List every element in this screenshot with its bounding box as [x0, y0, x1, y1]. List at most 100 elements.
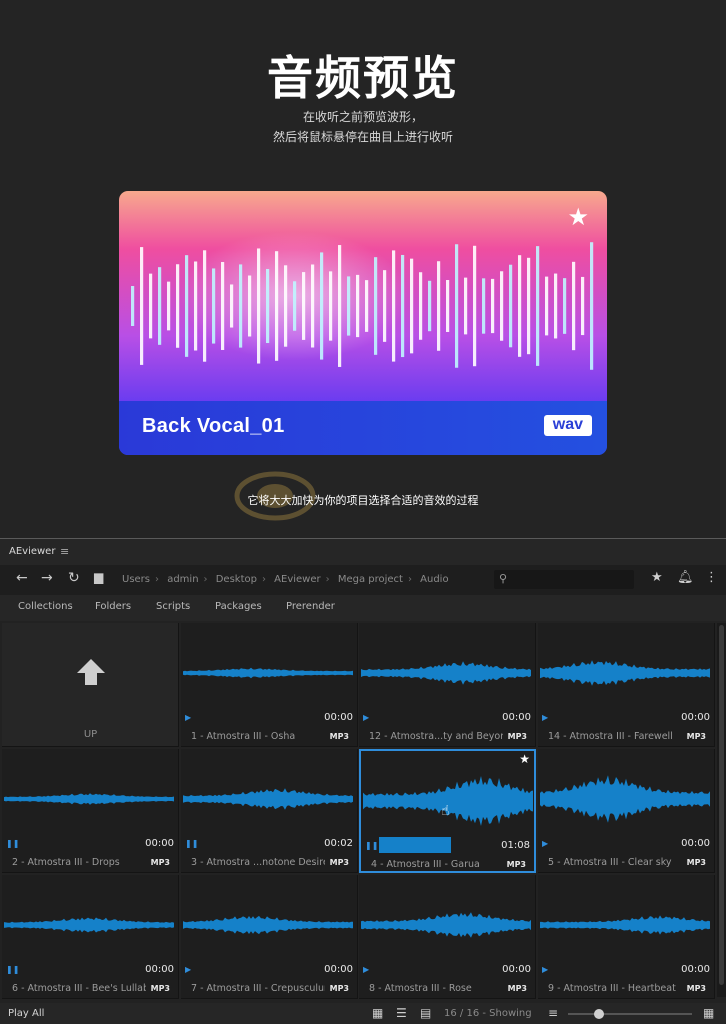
audio-tile[interactable]: ❚❚ 00:00 2 - Atmostra III - Drops MP3: [2, 749, 179, 873]
forward-arrow-icon[interactable]: →: [41, 571, 53, 585]
breadcrumb-item[interactable]: admin: [167, 574, 198, 585]
tab-folders[interactable]: Folders: [95, 601, 131, 612]
waveform-shape: [361, 912, 531, 938]
tab-packages[interactable]: Packages: [215, 601, 262, 612]
audio-tile[interactable]: ❚❚ 00:00 6 - Atmostra III - Bee's Lullaby M…: [2, 875, 179, 999]
waveform[interactable]: [361, 885, 532, 965]
more-vertical-icon[interactable]: ⋮: [705, 571, 718, 584]
card-wave-bar: [194, 261, 198, 351]
track-name: 3 - Atmostra ...notone Desire: [191, 857, 325, 868]
play-icon[interactable]: ▶: [542, 713, 548, 722]
star-icon[interactable]: ★: [519, 753, 530, 765]
waveform[interactable]: [183, 633, 354, 713]
breadcrumb-item[interactable]: Desktop: [216, 574, 257, 585]
play-icon[interactable]: ▶: [185, 965, 191, 974]
waveform[interactable]: [361, 633, 532, 713]
card-wave-bar: [473, 245, 477, 367]
hand-cursor-icon: ☝: [441, 803, 450, 819]
format-badge: MP3: [150, 984, 170, 993]
waveform[interactable]: [4, 759, 175, 839]
audio-tile[interactable]: ▶ 00:00 5 - Atmostra III - Clear sky MP3: [538, 749, 715, 873]
bottom-toolbar: Play All ▦ ☰ ▤ 16 / 16 - Showing ≡ ▦: [0, 1003, 726, 1024]
audio-tile[interactable]: ▶ 00:00 12 - Atmostra...ty and Beyond MP3: [359, 623, 536, 747]
playback-progress[interactable]: [379, 837, 451, 853]
card-wave-bar: [338, 245, 342, 367]
pause-icon[interactable]: ❚❚: [6, 965, 19, 974]
audio-tile[interactable]: ❚❚ 01:08 4 - Atmostra III - Garua MP3 ★ ☝: [359, 749, 536, 873]
zoom-slider[interactable]: [568, 1013, 692, 1015]
scrollbar-thumb[interactable]: [719, 625, 724, 985]
audio-tile[interactable]: ▶ 00:00 7 - Atmostra III - Crepusculum MP3: [181, 875, 358, 999]
grid-view-icon[interactable]: ▦: [372, 1007, 383, 1019]
waveform-shape: [4, 793, 174, 805]
compact-view-icon[interactable]: ▤: [420, 1007, 431, 1019]
play-icon[interactable]: ▶: [363, 713, 369, 722]
pause-icon[interactable]: ❚❚: [365, 841, 378, 850]
breadcrumb-item[interactable]: Mega project: [338, 574, 403, 585]
card-wave-bar: [203, 250, 207, 362]
tab-prerender[interactable]: Prerender: [286, 601, 335, 612]
play-icon[interactable]: ▶: [542, 839, 548, 848]
waveform[interactable]: [540, 885, 711, 965]
pause-icon[interactable]: ❚❚: [185, 839, 198, 848]
card-wave-bar: [419, 272, 423, 340]
play-icon[interactable]: ▶: [185, 713, 191, 722]
audio-tile[interactable]: ▶ 00:00 9 - Atmostra III - Heartbeat MP3: [538, 875, 715, 999]
breadcrumb-item[interactable]: Users: [122, 574, 150, 585]
waveform[interactable]: [183, 759, 354, 839]
grid-scrollbar[interactable]: [717, 623, 726, 997]
format-badge: MP3: [329, 984, 349, 993]
folder-icon[interactable]: ▆: [94, 571, 103, 583]
breadcrumb-item[interactable]: AEviewer: [274, 574, 320, 585]
promo-caption: 它将大大加快为你的项目选择合适的音效的过程: [247, 494, 479, 507]
audio-tile[interactable]: ❚❚ 00:02 3 - Atmostra ...notone Desire MP3: [181, 749, 358, 873]
waveform[interactable]: [540, 759, 711, 839]
breadcrumb-item[interactable]: Audio: [420, 574, 448, 585]
bell-icon[interactable]: 🔔︎: [677, 571, 694, 584]
tab-scripts[interactable]: Scripts: [156, 601, 190, 612]
card-wave-bar: [428, 280, 432, 332]
list-view-icon[interactable]: ☰: [396, 1007, 407, 1019]
waveform[interactable]: [363, 761, 534, 841]
aeviewer-window: AEviewer ≡ ← → ↻ ▆ Users › admin › Desktop…: [0, 538, 726, 1024]
navigation-bar: ← → ↻ ▆ Users › admin › Desktop › AEviewer ›…: [0, 565, 726, 595]
audio-tile[interactable]: ▶ 00:00 1 - Atmostra III - Osha MP3: [181, 623, 358, 747]
tab-collections[interactable]: Collections: [18, 601, 73, 612]
card-wave-bar: [284, 265, 288, 347]
large-thumbnails-icon[interactable]: ▦: [703, 1007, 714, 1019]
back-arrow-icon[interactable]: ←: [16, 571, 28, 585]
play-all-button[interactable]: Play All: [8, 1008, 44, 1019]
card-wave-bar: [437, 261, 441, 351]
card-wave-bar: [374, 257, 378, 355]
audio-tile[interactable]: ▶ 00:00 8 - Atmostra III - Rose MP3: [359, 875, 536, 999]
card-wave-bar: [230, 284, 234, 328]
play-icon[interactable]: ▶: [363, 965, 369, 974]
waveform-shape: [540, 915, 710, 935]
search-input[interactable]: ⚲: [494, 570, 634, 589]
track-name: 12 - Atmostra...ty and Beyond: [369, 731, 503, 742]
audio-preview-card[interactable]: Back Vocal_01 wav ★: [119, 191, 607, 455]
card-wave-bar: [266, 268, 270, 344]
card-wave-bar: [329, 271, 333, 341]
card-wave-bar: [554, 273, 558, 339]
small-thumbnails-icon[interactable]: ≡: [548, 1007, 558, 1019]
play-icon[interactable]: ▶: [542, 965, 548, 974]
card-wave-bar: [221, 262, 225, 350]
up-folder-tile[interactable]: UP: [2, 623, 179, 747]
waveform[interactable]: [540, 633, 711, 713]
waveform[interactable]: [4, 885, 175, 965]
title-bar: AEviewer ≡: [0, 539, 726, 565]
star-icon[interactable]: ★: [567, 205, 589, 229]
star-icon[interactable]: ★: [651, 571, 663, 584]
waveform-shape: [183, 667, 353, 679]
card-wave-bar: [149, 273, 153, 339]
refresh-icon[interactable]: ↻: [68, 571, 80, 585]
audio-tile[interactable]: ▶ 00:00 14 - Atmostra III - Farewell MP3: [538, 623, 715, 747]
hamburger-icon[interactable]: ≡: [60, 545, 69, 558]
showing-count: 16 / 16 - Showing: [444, 1008, 532, 1019]
waveform[interactable]: [183, 885, 354, 965]
card-wave-bar: [311, 264, 315, 348]
pause-icon[interactable]: ❚❚: [6, 839, 19, 848]
up-arrow-icon: [77, 659, 105, 685]
zoom-slider-thumb[interactable]: [594, 1009, 604, 1019]
